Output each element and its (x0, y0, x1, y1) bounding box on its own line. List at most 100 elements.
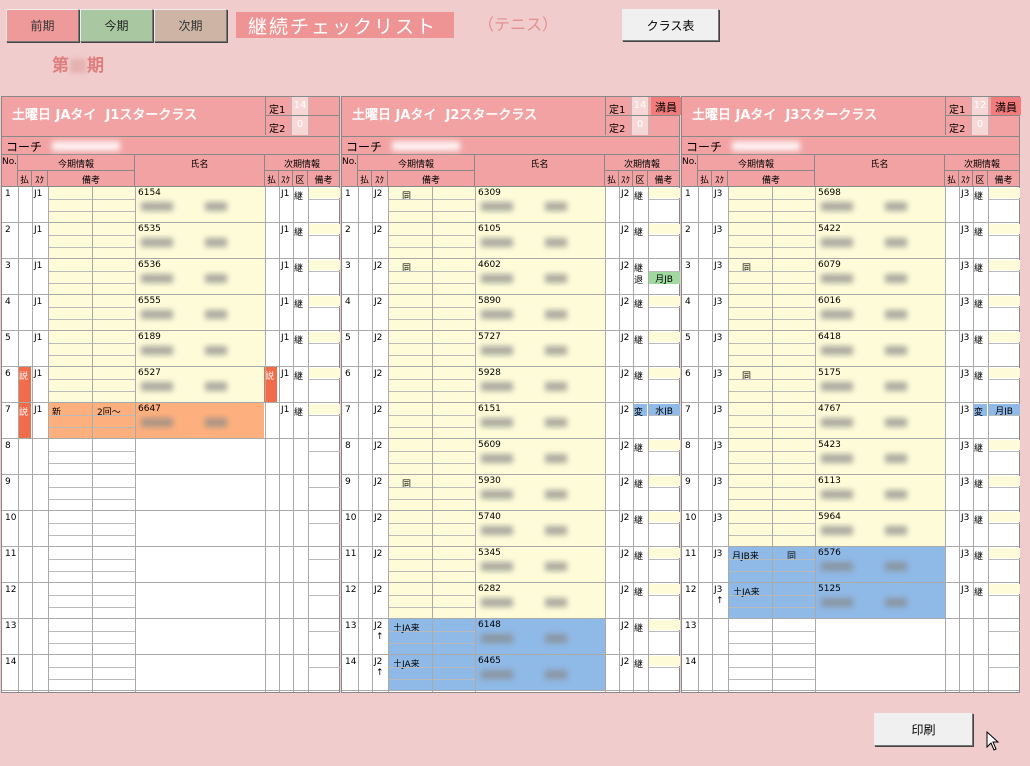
remark-text[interactable]: 土JA来 (393, 657, 420, 670)
next-status[interactable]: 継 (973, 512, 987, 526)
next-status[interactable]: 継 (293, 332, 307, 346)
next-status[interactable]: 継 (633, 440, 647, 454)
next-note-cell[interactable] (988, 584, 1020, 594)
next-status[interactable]: 継 (633, 620, 647, 634)
next-status[interactable]: 継 (973, 296, 987, 310)
student-cell[interactable]: 5125 (815, 583, 944, 618)
student-cell[interactable]: 5423 (815, 439, 944, 474)
next-status[interactable]: 継 (633, 332, 647, 346)
next-note-cell[interactable] (648, 224, 680, 234)
next-note-cell[interactable] (988, 368, 1020, 378)
class-table-button[interactable]: クラス表 (622, 9, 719, 41)
next-status[interactable]: 継 (973, 476, 987, 490)
student-cell[interactable]: 6465 (475, 655, 604, 690)
next-status[interactable]: 継 (973, 260, 987, 274)
student-cell[interactable]: 6535 (135, 223, 264, 258)
remark-text[interactable]: 同 (402, 261, 411, 274)
remark-text[interactable]: 同 (742, 369, 751, 382)
student-cell[interactable]: 6016 (815, 295, 944, 330)
student-cell[interactable]: 6309 (475, 187, 604, 222)
student-cell[interactable]: 6189 (135, 331, 264, 366)
next-note-cell[interactable] (988, 512, 1020, 522)
student-cell[interactable]: 6079 (815, 259, 944, 294)
next-note-cell[interactable] (648, 368, 680, 378)
student-cell[interactable]: 5609 (475, 439, 604, 474)
next-note-cell[interactable] (988, 296, 1020, 306)
student-cell[interactable]: 4602 (475, 259, 604, 294)
next-status[interactable]: 継 (633, 260, 647, 274)
student-cell[interactable]: 5930 (475, 475, 604, 510)
next-status[interactable]: 継 (293, 404, 307, 418)
student-cell[interactable]: 6151 (475, 403, 604, 438)
next-status[interactable]: 継 (633, 224, 647, 238)
next-status[interactable]: 継 (633, 188, 647, 202)
next-status[interactable]: 継 (633, 476, 647, 490)
next-note-cell[interactable] (648, 332, 680, 342)
next-note-cell[interactable] (648, 188, 680, 198)
student-cell[interactable]: 6154 (135, 187, 264, 222)
next-note-cell[interactable] (648, 296, 680, 306)
next-status[interactable]: 継 (973, 224, 987, 238)
student-cell[interactable]: 6536 (135, 259, 264, 294)
student-cell[interactable]: 5175 (815, 367, 944, 402)
next-status[interactable]: 継 (633, 512, 647, 526)
student-cell[interactable]: 5727 (475, 331, 604, 366)
next-status[interactable]: 変 (973, 404, 987, 418)
print-button[interactable]: 印刷 (874, 713, 973, 746)
remark-text[interactable]: 土JA来 (393, 621, 420, 634)
next-note-cell[interactable] (648, 548, 680, 558)
remark-text-2[interactable]: 2回〜 (97, 405, 121, 418)
next-status[interactable]: 継 (633, 368, 647, 382)
remark-text[interactable]: 同 (742, 261, 751, 274)
next-note-cell[interactable] (988, 548, 1020, 558)
next-status[interactable]: 継 (973, 332, 987, 346)
student-cell[interactable]: 5964 (815, 511, 944, 546)
student-cell[interactable]: 4767 (815, 403, 944, 438)
student-cell[interactable]: 6576 (815, 547, 944, 582)
next-status[interactable]: 継 (973, 548, 987, 562)
student-cell[interactable]: 6282 (475, 583, 604, 618)
current-period-button[interactable]: 今期 (80, 9, 153, 42)
student-cell[interactable]: 5890 (475, 295, 604, 330)
next-status[interactable]: 継 (633, 656, 647, 670)
student-cell[interactable]: 6527 (135, 367, 264, 402)
student-cell[interactable]: 6555 (135, 295, 264, 330)
student-cell[interactable]: 6113 (815, 475, 944, 510)
next-status[interactable]: 継 (293, 260, 307, 274)
next-note-cell[interactable] (988, 440, 1020, 450)
next-note-cell[interactable] (988, 224, 1020, 234)
prev-period-button[interactable]: 前期 (6, 9, 79, 42)
next-status[interactable]: 継 (293, 296, 307, 310)
student-cell[interactable]: 5422 (815, 223, 944, 258)
student-cell[interactable]: 5928 (475, 367, 604, 402)
next-note[interactable]: 月JB (648, 272, 680, 285)
next-status[interactable]: 継 (293, 224, 307, 238)
next-status-2[interactable]: 退 (633, 272, 647, 286)
next-note-cell[interactable] (648, 476, 680, 486)
next-note-cell[interactable] (308, 296, 340, 306)
next-status[interactable]: 継 (293, 188, 307, 202)
next-note-cell[interactable] (648, 440, 680, 450)
next-note-cell[interactable] (988, 332, 1020, 342)
next-note-cell[interactable] (308, 260, 340, 270)
remark-text[interactable]: 同 (402, 477, 411, 490)
next-note-cell[interactable] (988, 188, 1020, 198)
next-note-cell[interactable] (988, 260, 1020, 270)
student-cell[interactable]: 5740 (475, 511, 604, 546)
next-status[interactable]: 継 (973, 440, 987, 454)
student-cell[interactable]: 6418 (815, 331, 944, 366)
next-status[interactable]: 継 (633, 296, 647, 310)
next-note-cell[interactable] (308, 188, 340, 198)
remark-text[interactable]: 土JA来 (733, 585, 760, 598)
next-period-button[interactable]: 次期 (154, 9, 227, 42)
remark-text[interactable]: 月JB来 (732, 549, 759, 562)
student-cell[interactable]: 5698 (815, 187, 944, 222)
remark-text[interactable]: 新 (52, 405, 61, 418)
next-note-cell[interactable] (648, 584, 680, 594)
next-note-cell[interactable] (648, 620, 680, 630)
next-note-cell[interactable] (308, 368, 340, 378)
student-cell[interactable]: 6148 (475, 619, 604, 654)
next-status[interactable]: 継 (293, 368, 307, 382)
student-cell[interactable]: 5345 (475, 547, 604, 582)
student-cell[interactable]: 6105 (475, 223, 604, 258)
